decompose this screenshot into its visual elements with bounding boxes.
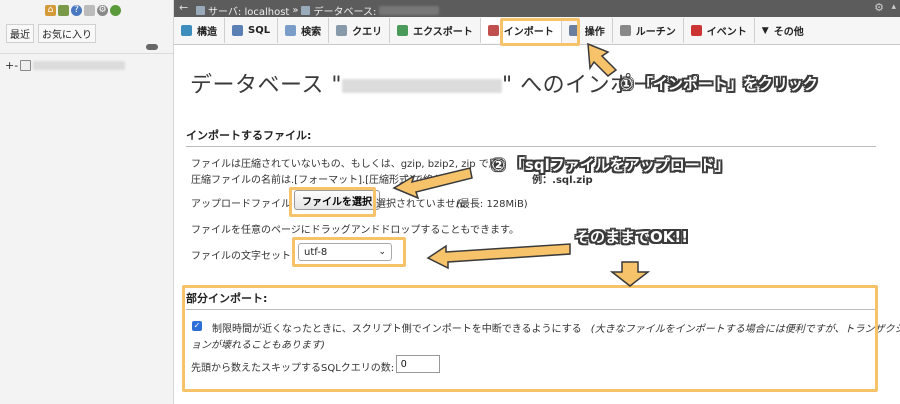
callout-step2: ② 「sqlファイルをアップロード」 [492, 156, 730, 174]
callout-ok: そのままでOK!! [575, 228, 689, 246]
arrow-ok-down [609, 261, 651, 287]
callout-step1: ① 「インポート」をクリック [620, 75, 818, 93]
arrow-step1 [587, 42, 618, 77]
annotation-arrows [392, 42, 651, 287]
arrow-ok-left [426, 243, 571, 270]
arrow-step2 [392, 167, 473, 200]
